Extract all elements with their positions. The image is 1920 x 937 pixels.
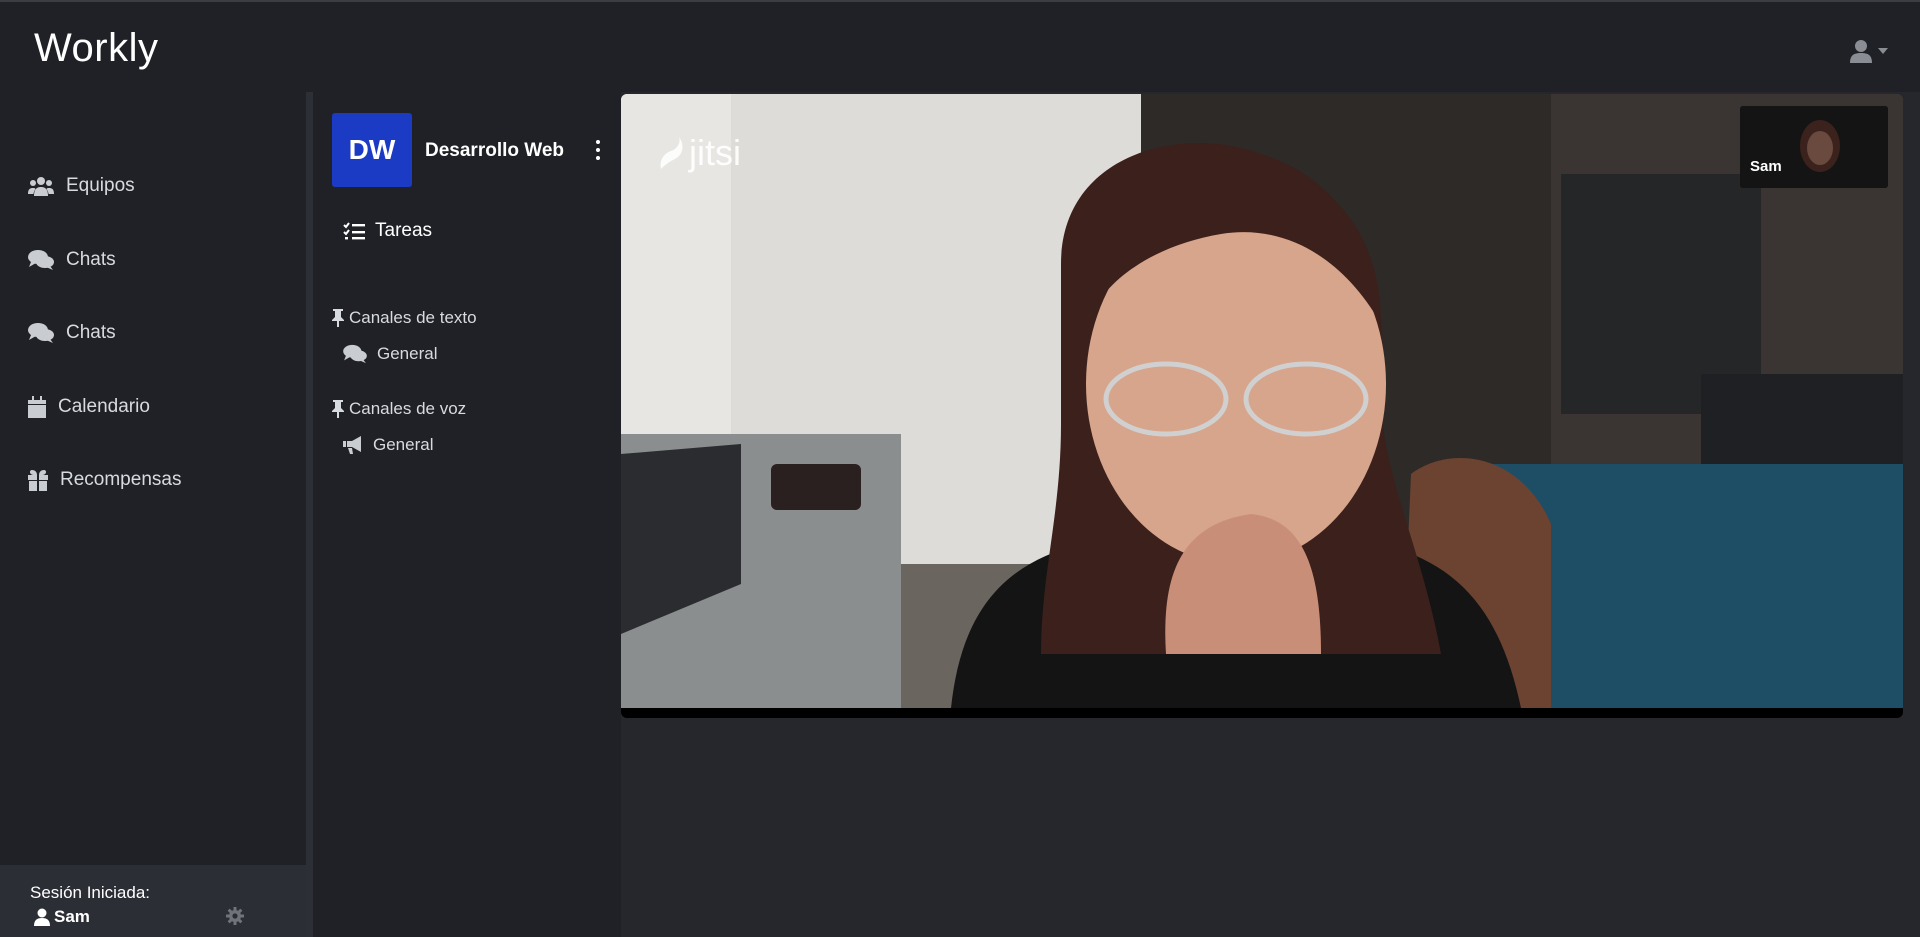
video-feed: [621, 94, 1903, 708]
participant-thumbnail[interactable]: Sam: [1740, 106, 1888, 188]
team-options-button[interactable]: [593, 138, 603, 162]
session-username: Sam: [54, 907, 90, 926]
sidebar: Equipos Chats Chats Calendario Recompens…: [0, 92, 306, 937]
user-menu-button[interactable]: [1850, 36, 1900, 66]
text-channels-title: Canales de texto: [349, 308, 477, 327]
sidebar-item-recompensas[interactable]: Recompensas: [28, 460, 181, 500]
voice-channel-general[interactable]: General: [343, 435, 433, 455]
comments-icon: [343, 344, 367, 364]
session-panel: Sesión Iniciada: Sam: [0, 865, 306, 937]
sidebar-item-chats[interactable]: Chats: [28, 240, 116, 280]
megaphone-icon: [343, 436, 361, 454]
gift-icon: [28, 470, 48, 491]
user-icon: [34, 908, 50, 926]
sidebar-item-label: Recompensas: [60, 469, 182, 490]
app-title: Workly: [34, 26, 159, 70]
text-channels-heading: Canales de texto: [331, 308, 477, 328]
session-label: Sesión Iniciada:: [30, 883, 151, 902]
sidebar-item-label: Chats: [66, 322, 116, 343]
sidebar-divider: [306, 92, 313, 937]
main-content: jitsi Sam: [621, 92, 1920, 937]
comments-icon: [28, 323, 54, 343]
pin-icon: [332, 400, 344, 418]
participant-video: [1740, 106, 1888, 188]
jitsi-logo-text: jitsi: [689, 132, 741, 173]
gear-icon[interactable]: [226, 907, 244, 925]
sidebar-item-chats-2[interactable]: Chats: [28, 313, 116, 353]
video-call[interactable]: jitsi Sam: [621, 94, 1903, 718]
tasks-label: Tareas: [375, 220, 433, 241]
calendar-icon: [28, 396, 46, 418]
comments-icon: [28, 250, 54, 270]
channel-label: General: [377, 344, 438, 363]
user-icon: [1850, 40, 1872, 63]
channel-label: General: [373, 435, 434, 454]
session-user: Sam: [34, 907, 90, 927]
jitsi-logo: jitsi: [657, 132, 741, 174]
participant-name: Sam: [1750, 158, 1782, 175]
team-avatar[interactable]: DW: [332, 113, 412, 187]
voice-channels-title: Canales de voz: [349, 399, 467, 418]
sidebar-item-label: Chats: [66, 249, 116, 270]
sidebar-item-label: Equipos: [66, 175, 135, 196]
top-bar: Workly: [0, 2, 1920, 92]
jitsi-logo-icon: [660, 137, 683, 169]
sidebar-item-label: Calendario: [58, 396, 150, 417]
voice-channels-heading: Canales de voz: [331, 399, 466, 419]
team-name: Desarrollo Web: [425, 140, 565, 161]
pin-icon: [332, 309, 344, 327]
text-channel-general[interactable]: General: [343, 344, 437, 364]
users-icon: [28, 177, 54, 196]
channel-panel: DW Desarrollo Web Tareas Canales de text…: [313, 92, 621, 937]
sidebar-item-calendario[interactable]: Calendario: [28, 387, 150, 427]
tasks-icon: [343, 222, 365, 240]
tasks-link[interactable]: Tareas: [343, 220, 432, 242]
chevron-down-icon: [1878, 48, 1888, 54]
sidebar-item-equipos[interactable]: Equipos: [28, 166, 135, 206]
